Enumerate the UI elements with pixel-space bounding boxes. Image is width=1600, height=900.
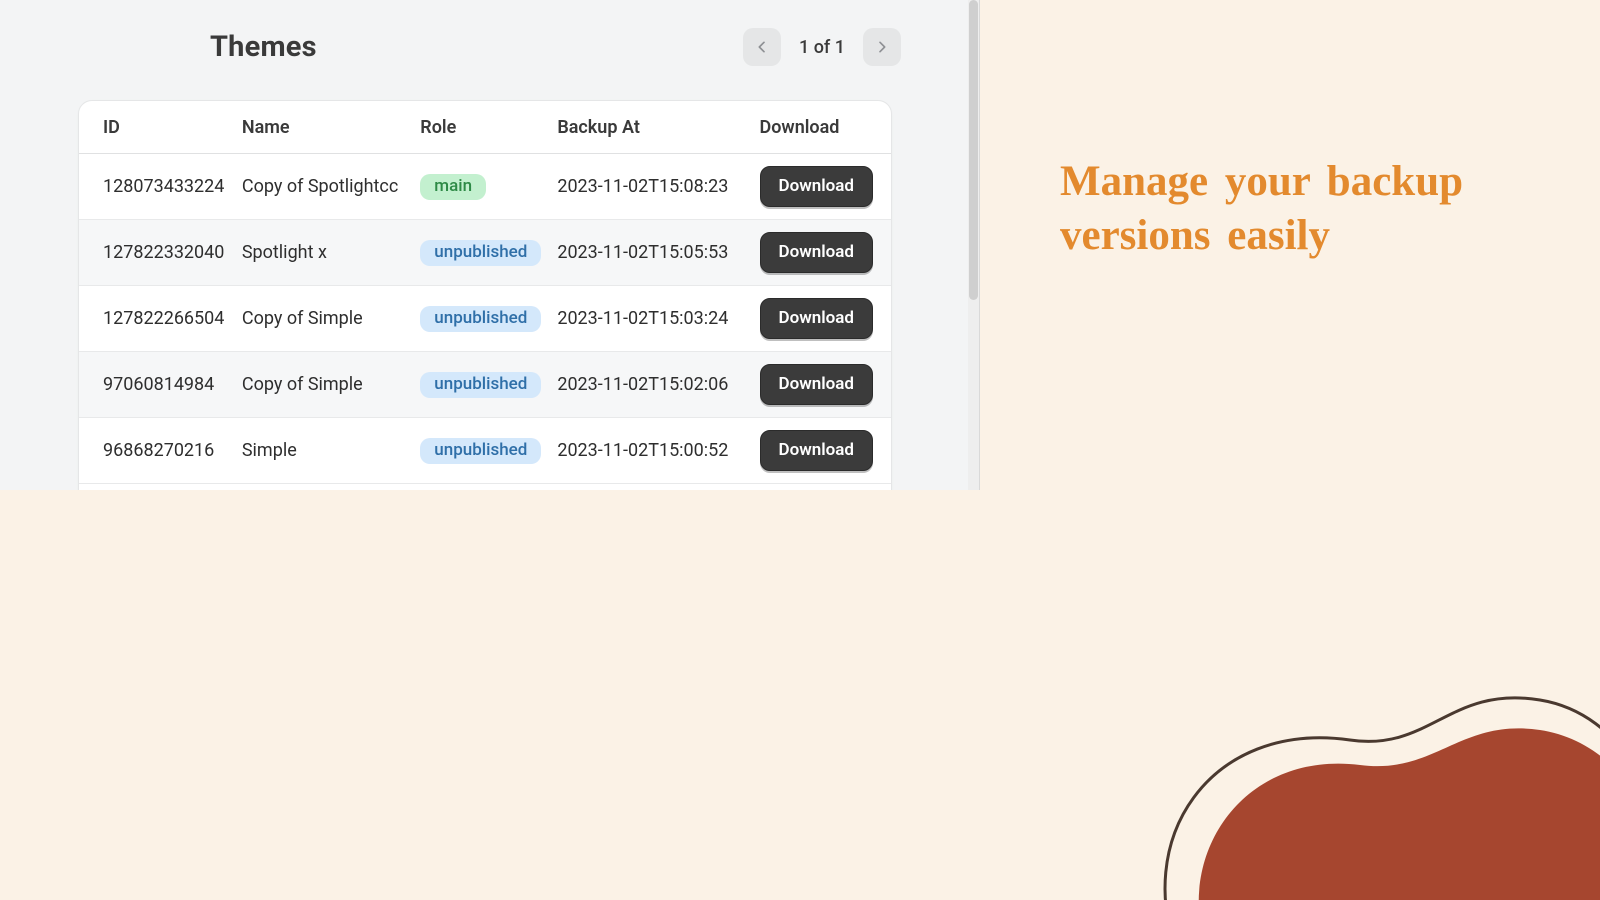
hero-heading: Manage your backup versions easily [1060,155,1540,263]
page-title: Themes [210,30,317,64]
cell-role: unpublished [412,418,549,484]
role-badge-unpublished: unpublished [420,372,541,398]
themes-table: ID Name Role Backup At Download 12807343… [79,101,891,484]
table-header-row: ID Name Role Backup At Download [79,101,891,154]
cell-id: 127822266504 [79,286,234,352]
download-button[interactable]: Download [760,166,873,207]
col-header-role: Role [412,101,549,154]
download-button[interactable]: Download [760,364,873,405]
role-badge-main: main [420,174,486,200]
cell-name: Copy of Spotlightcc [234,154,412,220]
cell-backup-at: 2023-11-02T15:02:06 [549,352,751,418]
col-header-name: Name [234,101,412,154]
hero-line-2: versions easily [1060,212,1330,259]
cell-backup-at: 2023-11-02T15:00:52 [549,418,751,484]
scrollbar-thumb[interactable] [969,0,978,300]
cell-download: Download [752,220,892,286]
table-row: 128073433224Copy of Spotlightcc main 2023-… [79,154,891,220]
col-header-id: ID [79,101,234,154]
cell-backup-at: 2023-11-02T15:03:24 [549,286,751,352]
panel-header: Themes 1 of 1 [0,0,979,66]
table-results-count: Showing 5 of 5 results [79,484,891,490]
cell-backup-at: 2023-11-02T15:05:53 [549,220,751,286]
cell-id: 97060814984 [79,352,234,418]
decorative-blob [1120,630,1600,900]
cell-id: 128073433224 [79,154,234,220]
col-header-backupat: Backup At [549,101,751,154]
table-row: 127822332040Spotlight x unpublished 2023-1… [79,220,891,286]
cell-backup-at: 2023-11-02T15:08:23 [549,154,751,220]
table-row: 96868270216Simple unpublished 2023-11-02T1… [79,418,891,484]
role-badge-unpublished: unpublished [420,438,541,464]
cell-id: 96868270216 [79,418,234,484]
download-button[interactable]: Download [760,298,873,339]
next-page-button[interactable] [863,28,901,66]
col-header-download: Download [752,101,892,154]
cell-name: Copy of Simple [234,352,412,418]
cell-download: Download [752,286,892,352]
role-badge-unpublished: unpublished [420,306,541,332]
app-panel: Themes 1 of 1 ID Name [0,0,980,490]
download-button[interactable]: Download [760,430,873,471]
prev-page-button[interactable] [743,28,781,66]
cell-role: main [412,154,549,220]
hero-line-1: Manage your backup [1060,158,1463,205]
cell-role: unpublished [412,286,549,352]
cell-download: Download [752,418,892,484]
table-row: 97060814984Copy of Simple unpublished 2023… [79,352,891,418]
pagination: 1 of 1 [743,28,901,66]
cell-name: Spotlight x [234,220,412,286]
cell-id: 127822332040 [79,220,234,286]
cell-name: Simple [234,418,412,484]
cell-name: Copy of Simple [234,286,412,352]
role-badge-unpublished: unpublished [420,240,541,266]
chevron-left-icon [754,39,770,55]
cell-download: Download [752,352,892,418]
cell-role: unpublished [412,352,549,418]
download-button[interactable]: Download [760,232,873,273]
cell-role: unpublished [412,220,549,286]
table-row: 127822266504Copy of Simple unpublished 202… [79,286,891,352]
chevron-right-icon [874,39,890,55]
cell-download: Download [752,154,892,220]
page-indicator: 1 of 1 [789,37,855,58]
scrollbar-track[interactable] [968,0,979,490]
themes-card: ID Name Role Backup At Download 12807343… [78,100,892,490]
